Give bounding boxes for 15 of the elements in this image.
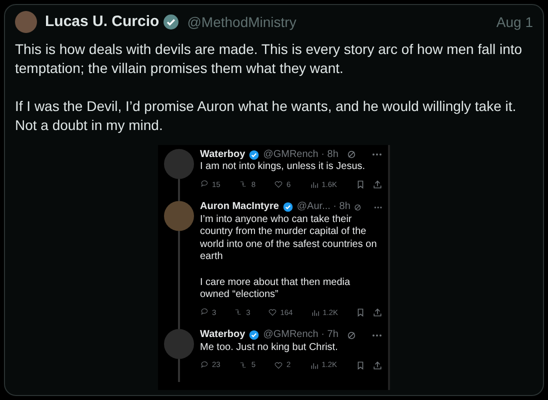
author-handle[interactable]: @MethodMinistry — [187, 12, 296, 33]
tweet-text: I care more about that then media owned “elections” — [200, 276, 352, 302]
tweet-meta: @GMRench · 8h — [263, 148, 338, 161]
tweet-text: I’m into anyone who can take their country from the murder capital of the world into one of the safest countries on earth — [200, 214, 378, 264]
author-name[interactable]: Lucas U. Curcio — [45, 11, 160, 34]
post-text: This is how deals with devils are made. This is every story arc of how men fall into temptation; the villain promises them what they want. — [15, 40, 524, 78]
tweet-author-name[interactable]: Auron MacIntyre — [200, 201, 279, 214]
tweet-meta: @Aur... · 8h — [296, 201, 350, 214]
tweet-author-name[interactable]: Waterboy — [200, 329, 246, 342]
tweet-author-name[interactable]: Waterboy — [200, 148, 246, 161]
tweet-text: I am not into kings, unless it is Jesus. — [200, 161, 366, 174]
tweet-meta: @GMRench · 7h — [263, 329, 338, 342]
tweet-text: Me too. Just no king but Christ. — [200, 342, 339, 354]
post-text: If I was the Devil, I’d promise Auron what he wants, and he would willingly take it. Not a doubt in my mind. — [15, 96, 518, 134]
post-date[interactable]: Aug 1 — [496, 12, 533, 33]
